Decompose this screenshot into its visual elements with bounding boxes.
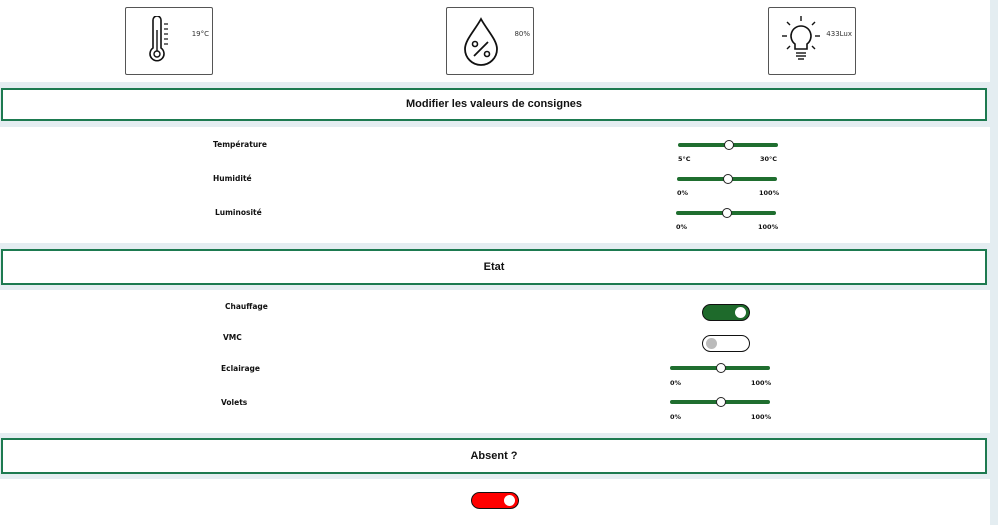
state-label-heating: Chauffage [225, 302, 268, 311]
absent-panel [0, 479, 990, 525]
slider-thumb[interactable] [716, 397, 726, 407]
heating-toggle[interactable] [702, 304, 750, 321]
slider-thumb[interactable] [716, 363, 726, 373]
lighting-max: 100% [751, 379, 772, 387]
setpoints-title: Modifier les valeurs de consignes [405, 98, 583, 110]
state-title: Etat [483, 261, 505, 273]
toggle-knob [735, 307, 746, 318]
toggle-knob [706, 338, 717, 349]
sensor-panel: 19°C 80% 433Lux [0, 0, 990, 82]
lighting-min: 0% [670, 379, 682, 387]
setpoint-label-luminosity: Luminosité [215, 208, 262, 217]
toggle-knob [504, 495, 515, 506]
light-bulb-icon [782, 16, 820, 60]
light-value: 433Lux [826, 30, 852, 38]
temperature-card: 19°C [125, 7, 213, 75]
state-label-lighting: Eclairage [221, 364, 260, 373]
shutters-slider[interactable] [670, 397, 770, 407]
luminosity-min: 0% [676, 223, 688, 231]
absent-header: Absent ? [1, 438, 987, 474]
state-label-vmc: VMC [223, 333, 242, 342]
temperature-setpoint-slider[interactable] [678, 140, 778, 150]
setpoints-header: Modifier les valeurs de consignes [1, 88, 987, 121]
setpoint-label-humidity: Humidité [213, 174, 252, 183]
absent-title: Absent ? [470, 450, 518, 462]
humidity-max: 100% [759, 189, 780, 197]
humidity-min: 0% [677, 189, 689, 197]
state-label-shutters: Volets [221, 398, 248, 407]
temperature-max: 30°C [760, 155, 778, 163]
slider-thumb[interactable] [723, 174, 733, 184]
humidity-setpoint-slider[interactable] [677, 174, 777, 184]
humidity-value: 80% [514, 30, 530, 38]
slider-thumb[interactable] [722, 208, 732, 218]
temperature-min: 5°C [678, 155, 691, 163]
setpoint-label-temperature: Température [213, 140, 267, 149]
shutters-max: 100% [751, 413, 772, 421]
state-header: Etat [1, 249, 987, 285]
lighting-slider[interactable] [670, 363, 770, 373]
humidity-drop-icon [464, 17, 498, 66]
thermometer-icon [149, 16, 168, 62]
luminosity-setpoint-slider[interactable] [676, 208, 776, 218]
light-card: 433Lux [768, 7, 856, 75]
shutters-min: 0% [670, 413, 682, 421]
temperature-value: 19°C [191, 30, 209, 38]
absent-toggle[interactable] [471, 492, 519, 509]
state-panel: Chauffage VMC Eclairage 0% 100% Volets 0… [0, 290, 990, 433]
luminosity-max: 100% [758, 223, 779, 231]
slider-thumb[interactable] [724, 140, 734, 150]
humidity-card: 80% [446, 7, 534, 75]
vmc-toggle[interactable] [702, 335, 750, 352]
setpoints-panel: Température 5°C 30°C Humidité 0% 100% Lu… [0, 127, 990, 243]
